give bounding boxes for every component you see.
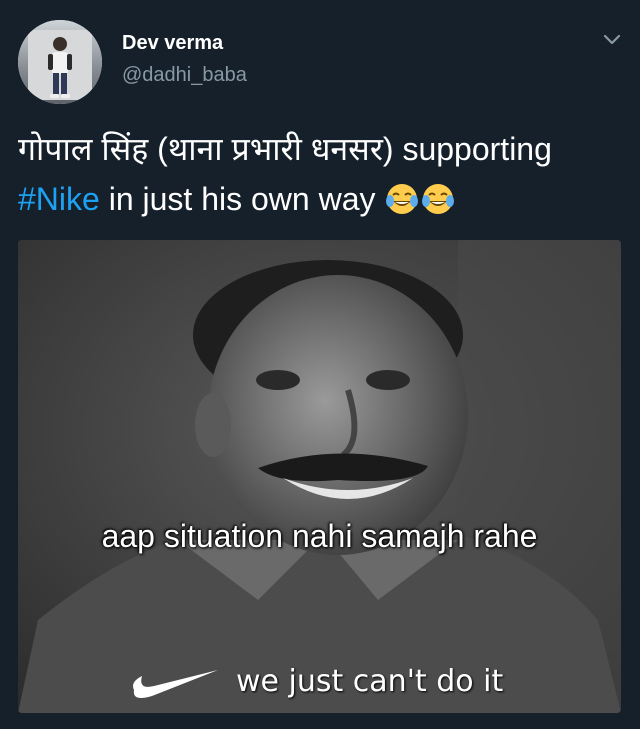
tweet-media-image[interactable]: aap situation nahi samajh rahe we just c… xyxy=(18,240,621,713)
tweet-text-after: in just his own way xyxy=(99,181,376,217)
avatar-person-silhouette xyxy=(48,37,72,98)
meme-caption: aap situation nahi samajh rahe xyxy=(101,518,538,554)
face-with-tears-of-joy-icon xyxy=(422,183,455,214)
face-with-tears-of-joy-icon xyxy=(386,183,419,214)
author-handle[interactable]: @dadhi_baba xyxy=(122,64,247,87)
tweet-text: गोपाल सिंह (थाना प्रभारी धनसर) supportin… xyxy=(18,124,628,224)
chevron-down-icon[interactable] xyxy=(600,30,624,50)
meme-photo xyxy=(18,240,621,713)
meme-slogan: we just can't do it xyxy=(236,664,504,699)
avatar[interactable] xyxy=(18,20,102,104)
author-name[interactable]: Dev verma xyxy=(122,32,223,55)
hashtag-link[interactable]: #Nike xyxy=(18,181,100,217)
nike-swoosh-icon xyxy=(133,670,218,698)
tweet-text-before: गोपाल सिंह (थाना प्रभारी धनसर) supportin… xyxy=(18,131,552,167)
